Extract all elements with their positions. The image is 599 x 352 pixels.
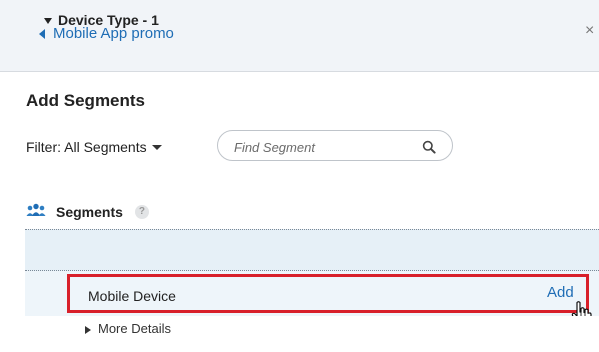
add-segments-panel: Mobile App promo × Add Segments Filter: … xyxy=(0,0,599,352)
segment-group-label: Device Type - 1 xyxy=(58,12,159,28)
search-box xyxy=(217,130,453,161)
panel-title: Add Segments xyxy=(26,91,146,110)
filter-label: Filter: All Segments xyxy=(26,139,147,155)
caret-down-icon xyxy=(151,144,162,150)
panel-header: Mobile App promo × xyxy=(0,0,599,72)
filter-dropdown[interactable]: Filter: All Segments xyxy=(26,139,162,155)
back-arrow-icon xyxy=(39,28,45,39)
people-icon xyxy=(26,203,46,220)
add-segment-button[interactable]: Add xyxy=(547,284,574,301)
more-details-link[interactable]: More Details xyxy=(98,321,171,336)
segments-heading: Segments ? xyxy=(26,203,149,220)
close-icon[interactable]: × xyxy=(585,22,594,40)
segment-item-label: Mobile Device xyxy=(88,288,176,304)
segment-group-row[interactable] xyxy=(25,229,599,271)
search-input[interactable] xyxy=(232,137,416,157)
filter-row: Filter: All Segments xyxy=(26,132,162,162)
expanded-caret-icon[interactable] xyxy=(44,18,52,24)
segments-heading-label: Segments xyxy=(56,203,123,220)
help-icon[interactable]: ? xyxy=(134,204,149,219)
collapsed-caret-icon[interactable] xyxy=(85,326,91,334)
search-icon[interactable] xyxy=(422,140,436,159)
